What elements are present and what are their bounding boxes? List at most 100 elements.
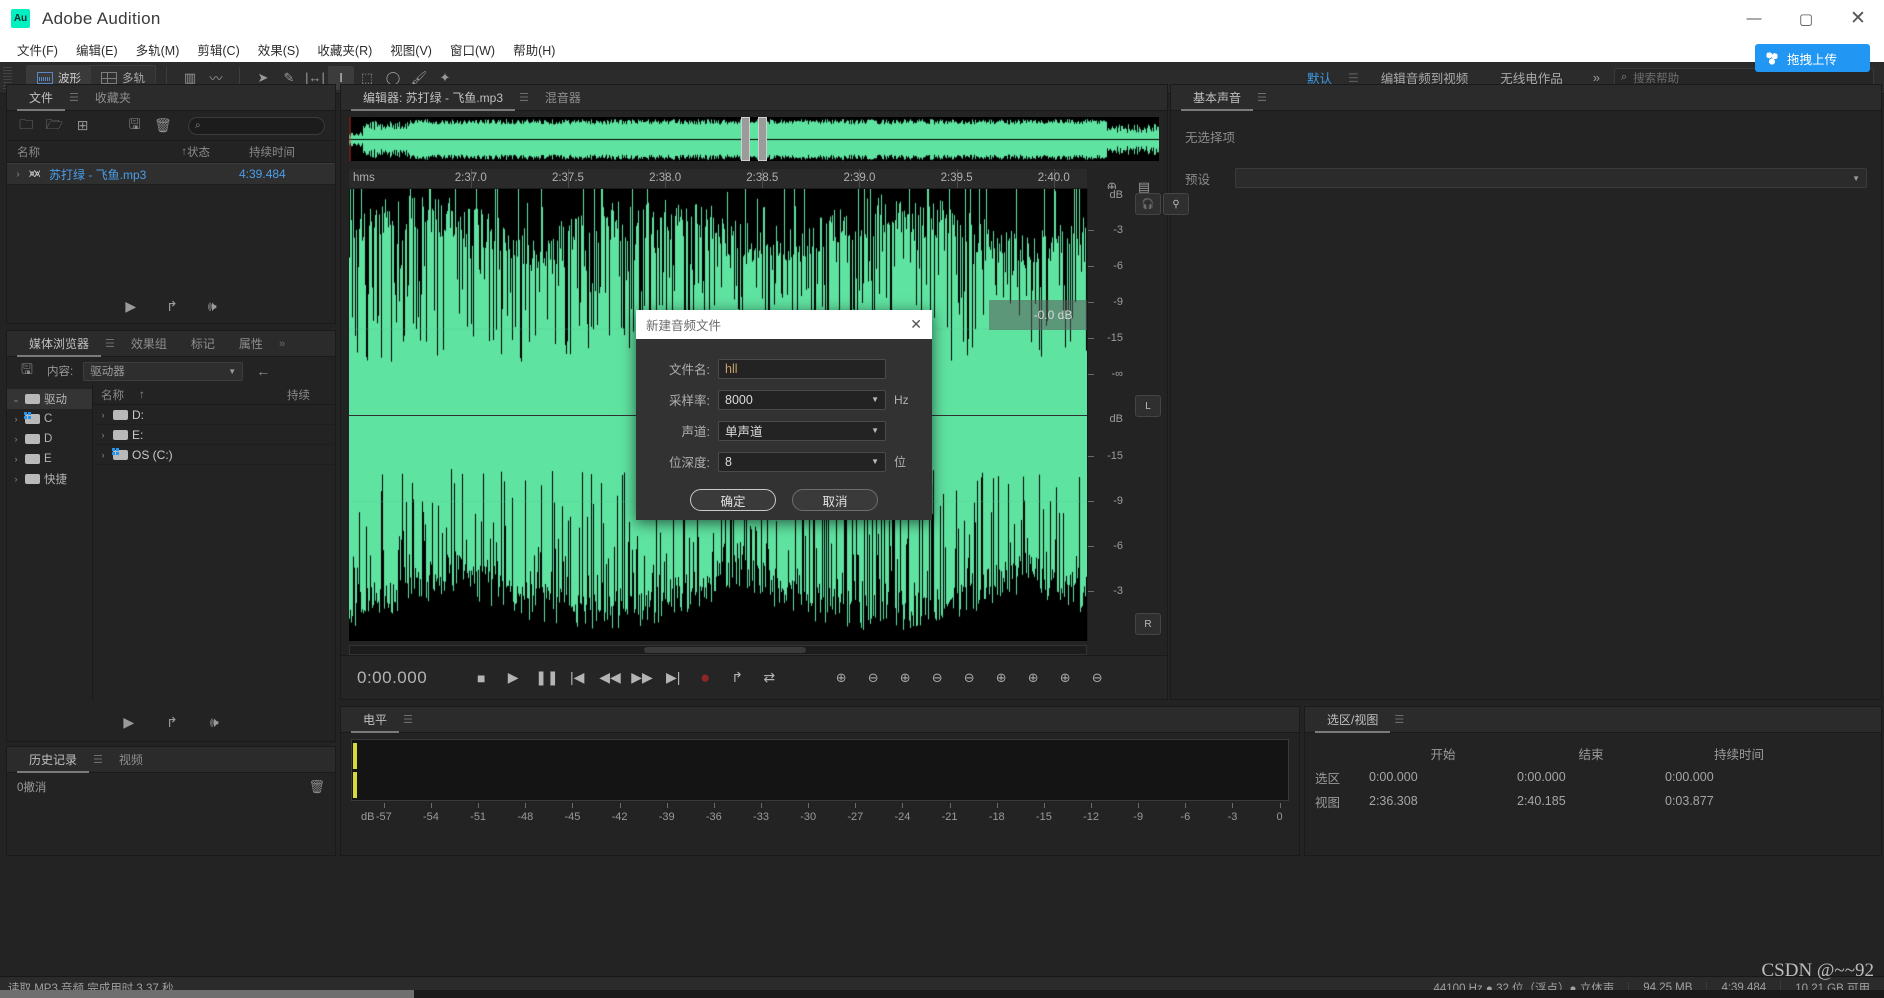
content-select[interactable]: 驱动器 ▼ bbox=[83, 361, 244, 381]
selview-tab-0[interactable]: 选区/视图 bbox=[1315, 707, 1390, 733]
files-column-1[interactable]: 状态 bbox=[187, 144, 249, 160]
media-list-item[interactable]: › OS (C:) bbox=[93, 445, 335, 465]
files-column-0[interactable]: 名称 bbox=[7, 144, 179, 160]
history-tab-1[interactable]: 视频 bbox=[107, 747, 155, 773]
tree-toggle-icon[interactable]: › bbox=[7, 454, 25, 464]
move-to-end-button[interactable]: ▶| bbox=[663, 669, 683, 686]
menu-item-1[interactable]: 编辑(E) bbox=[67, 38, 127, 61]
zoom-left-edge-button[interactable]: ⊕ bbox=[1055, 670, 1075, 686]
media-tab-1[interactable]: 效果组 bbox=[119, 331, 179, 357]
workspace-menu-icon[interactable]: ☰ bbox=[1348, 71, 1365, 85]
selview-start[interactable]: 0:00.000 bbox=[1369, 770, 1517, 784]
stop-button[interactable]: ■ bbox=[471, 670, 491, 686]
dialog-field-2-control[interactable]: 单声道 ▼ bbox=[718, 420, 886, 441]
menu-item-7[interactable]: 窗口(W) bbox=[441, 38, 504, 61]
menu-item-8[interactable]: 帮助(H) bbox=[504, 38, 564, 61]
marker-icon[interactable]: ⚲ bbox=[1163, 193, 1189, 215]
play-button[interactable]: ▶ bbox=[503, 669, 523, 686]
media-more-icon[interactable]: » bbox=[275, 338, 289, 350]
maximize-button[interactable]: ▢ bbox=[1780, 0, 1832, 37]
zoom-in-time-button[interactable]: ⊕ bbox=[895, 670, 915, 686]
upload-button[interactable]: 拖拽上传 bbox=[1755, 44, 1870, 72]
channel-right-button[interactable]: R bbox=[1135, 613, 1161, 635]
close-button[interactable]: ✕ bbox=[1832, 0, 1884, 37]
tree-toggle-icon[interactable]: › bbox=[93, 410, 113, 420]
files-loop-icon[interactable]: ↱ bbox=[166, 298, 178, 315]
overview-range-handles[interactable] bbox=[741, 117, 767, 161]
expand-arrow-icon[interactable]: › bbox=[7, 169, 29, 180]
overview-handle-right[interactable] bbox=[758, 117, 767, 161]
editor-panel-menu-icon[interactable]: ☰ bbox=[515, 91, 533, 104]
skip-selection-button[interactable]: ⇄ bbox=[759, 669, 779, 686]
menu-item-4[interactable]: 效果(S) bbox=[249, 38, 309, 61]
minimize-button[interactable]: — bbox=[1728, 0, 1780, 37]
drive-tree-item-0[interactable]: ⌄ 驱动 bbox=[7, 389, 92, 409]
selview-start[interactable]: 2:36.308 bbox=[1369, 794, 1517, 808]
media-column-1[interactable]: 持续 bbox=[287, 387, 335, 403]
overview-handle-left[interactable] bbox=[741, 117, 750, 161]
files-search-input[interactable]: ⌕ bbox=[187, 116, 326, 135]
channel-left-button[interactable]: L bbox=[1135, 395, 1161, 417]
history-clear-icon[interactable]: 🗑 bbox=[308, 779, 325, 795]
scrollbar-thumb[interactable] bbox=[644, 647, 807, 653]
selview-end[interactable]: 0:00.000 bbox=[1517, 770, 1665, 784]
media-import-icon[interactable]: 🖫 bbox=[17, 359, 37, 383]
zoom-out-time-button[interactable]: ⊖ bbox=[927, 670, 947, 686]
files-tab-1[interactable]: 收藏夹 bbox=[83, 85, 143, 111]
editor-tab-0[interactable]: 编辑器: 苏打绿 - 飞鱼.mp3 bbox=[351, 85, 515, 111]
zoom-in-selection-button[interactable]: ⊕ bbox=[991, 670, 1011, 686]
new-file-icon[interactable]: ⊞ bbox=[73, 117, 91, 134]
import-file-icon[interactable]: 🗁 bbox=[45, 114, 63, 138]
zoom-to-selection-button[interactable]: ⊕ bbox=[1023, 670, 1043, 686]
tree-toggle-icon[interactable]: › bbox=[7, 434, 25, 444]
file-row[interactable]: › ⩙⩙ 苏打绿 - 飞鱼.mp3 4:39.484 bbox=[7, 163, 335, 185]
media-tab-3[interactable]: 属性 bbox=[227, 331, 275, 357]
levels-tab-0[interactable]: 电平 bbox=[351, 707, 399, 733]
tree-toggle-icon[interactable]: › bbox=[93, 430, 113, 440]
history-panel-menu-icon[interactable]: ☰ bbox=[89, 753, 107, 766]
media-tab-0[interactable]: 媒体浏览器 bbox=[17, 331, 101, 357]
media-column-0[interactable]: 名称 bbox=[93, 387, 287, 403]
files-panel-menu-icon[interactable]: ☰ bbox=[65, 91, 83, 104]
drive-tree-item-4[interactable]: › 快捷 bbox=[7, 469, 92, 489]
files-play-icon[interactable]: ▶ bbox=[125, 298, 136, 315]
menu-item-5[interactable]: 收藏夹(R) bbox=[308, 38, 381, 61]
dialog-close-icon[interactable]: ✕ bbox=[910, 316, 922, 333]
media-list-item[interactable]: › E: bbox=[93, 425, 335, 445]
save-file-icon[interactable]: 🖫 bbox=[126, 114, 144, 138]
dialog-field-3-control[interactable]: 8 ▼ bbox=[718, 451, 886, 472]
menu-item-6[interactable]: 视图(V) bbox=[381, 38, 441, 61]
media-back-icon[interactable]: ← bbox=[253, 363, 273, 379]
zoom-in-amplitude-button[interactable]: ⊕ bbox=[831, 670, 851, 686]
drive-tree-item-2[interactable]: › D bbox=[7, 429, 92, 449]
rewind-button[interactable]: ◀◀ bbox=[599, 669, 621, 686]
tree-toggle-icon[interactable]: ⌄ bbox=[7, 394, 25, 405]
drive-tree-item-1[interactable]: › C bbox=[7, 409, 92, 429]
files-column-2[interactable]: 持续时间 bbox=[249, 144, 335, 160]
tree-toggle-icon[interactable]: › bbox=[93, 450, 113, 460]
selview-end[interactable]: 2:40.185 bbox=[1517, 794, 1665, 808]
selview-duration[interactable]: 0:00.000 bbox=[1665, 770, 1813, 784]
dialog-ok-button[interactable]: 确定 bbox=[690, 489, 776, 511]
headphone-icon[interactable]: 🎧 bbox=[1135, 193, 1161, 215]
zoom-right-edge-button[interactable]: ⊖ bbox=[1087, 670, 1107, 686]
preset-select[interactable]: ▼ bbox=[1235, 168, 1867, 188]
loop-button[interactable]: ↱ bbox=[727, 669, 747, 686]
fast-forward-button[interactable]: ▶▶ bbox=[631, 669, 653, 686]
selview-panel-menu-icon[interactable]: ☰ bbox=[1390, 713, 1408, 726]
files-volume-icon[interactable]: 🕪 bbox=[208, 298, 217, 315]
waveform-overview[interactable] bbox=[349, 117, 1159, 161]
files-tab-0[interactable]: 文件 bbox=[17, 85, 65, 111]
levels-panel-menu-icon[interactable]: ☰ bbox=[399, 713, 417, 726]
delete-file-icon[interactable]: 🗑 bbox=[154, 117, 172, 134]
menu-item-3[interactable]: 剪辑(C) bbox=[188, 38, 248, 61]
dialog-field-0-control[interactable]: hll bbox=[718, 358, 886, 379]
zoom-out-full-button[interactable]: ⊖ bbox=[959, 670, 979, 686]
move-to-start-button[interactable]: |◀ bbox=[567, 669, 587, 686]
horizontal-scrollbar[interactable] bbox=[349, 645, 1087, 655]
dialog-field-1-control[interactable]: 8000 ▼ bbox=[718, 389, 886, 410]
media-list-item[interactable]: › D: bbox=[93, 405, 335, 425]
media-loop-icon[interactable]: ↱ bbox=[166, 714, 178, 731]
menu-item-2[interactable]: 多轨(M) bbox=[127, 38, 189, 61]
menu-item-0[interactable]: 文件(F) bbox=[8, 38, 67, 61]
